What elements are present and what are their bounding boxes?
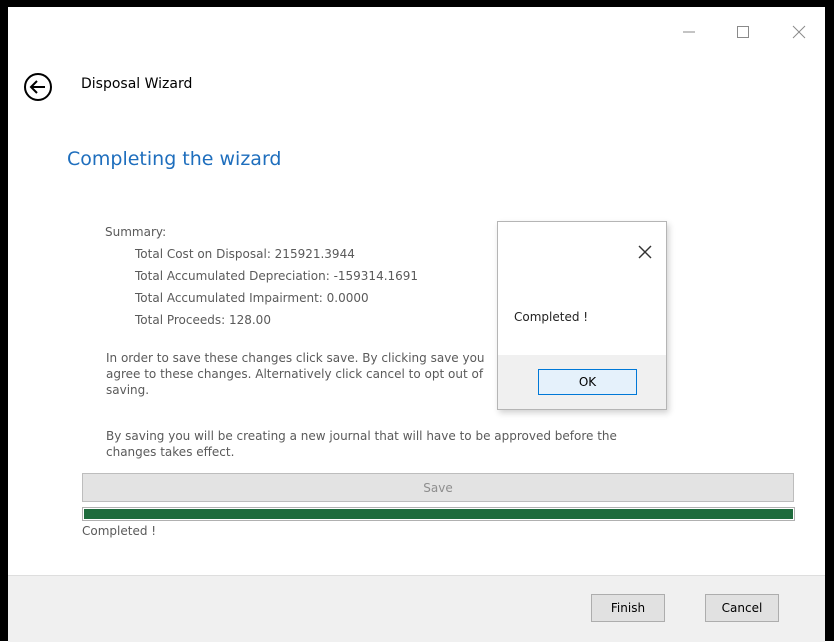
window-frame: Disposal Wizard Completing the wizard Su… <box>0 0 834 642</box>
ok-button[interactable]: OK <box>538 369 637 395</box>
dialog-message: Completed ! <box>514 310 589 324</box>
maximize-icon[interactable] <box>730 19 756 45</box>
cancel-button[interactable]: Cancel <box>705 594 779 622</box>
summary-accumulated-depreciation: Total Accumulated Depreciation: -159314.… <box>135 269 419 283</box>
summary-total-cost: Total Cost on Disposal: 215921.3944 <box>135 247 355 261</box>
progress-fill <box>84 509 793 519</box>
close-icon[interactable] <box>786 19 812 45</box>
wizard-title: Disposal Wizard <box>81 76 193 92</box>
back-arrow-icon[interactable] <box>23 72 53 102</box>
page-heading: Completing the wizard <box>67 148 282 170</box>
finish-button[interactable]: Finish <box>591 594 665 622</box>
footer-bar <box>8 575 825 642</box>
summary-section: Summary: Total Cost on Disposal: 215921.… <box>105 221 418 331</box>
progress-bar <box>82 507 795 521</box>
title-bar <box>8 7 825 59</box>
journal-notice-text: By saving you will be creating a new jou… <box>106 429 617 459</box>
dialog-footer: OK <box>498 355 666 409</box>
summary-label: Summary: <box>105 225 167 239</box>
summary-total-proceeds: Total Proceeds: 128.00 <box>135 313 271 327</box>
disposal-wizard-window: Disposal Wizard Completing the wizard Su… <box>8 7 825 642</box>
save-button[interactable]: Save <box>82 473 794 502</box>
dialog-close-icon[interactable] <box>636 243 654 261</box>
save-instructions-text: In order to save these changes click sav… <box>106 351 485 397</box>
minimize-icon[interactable] <box>676 19 702 45</box>
summary-accumulated-impairment: Total Accumulated Impairment: 0.0000 <box>135 291 369 305</box>
status-text: Completed ! <box>82 524 157 538</box>
completed-dialog: Completed ! OK <box>497 221 667 410</box>
